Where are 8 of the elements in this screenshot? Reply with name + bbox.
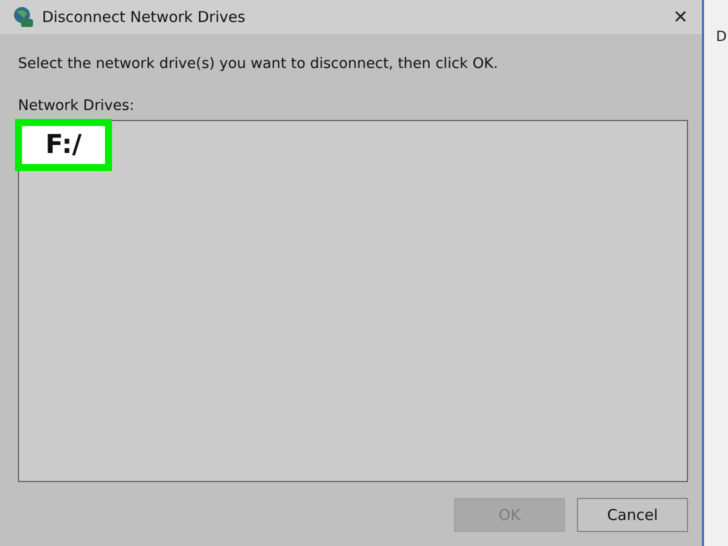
list-label: Network Drives: <box>18 98 136 114</box>
window-title: Disconnect Network Drives <box>42 8 246 26</box>
dialog-button[interactable]: Cancel <box>577 498 688 532</box>
drive-item[interactable]: F:/ <box>22 126 105 164</box>
close-button[interactable]: ✕ <box>669 6 692 28</box>
instruction-text: Select the network drive(s) you want to disconnect, then click OK. <box>18 56 500 72</box>
network-drive-icon <box>12 6 34 28</box>
background-window-text: D <box>716 29 727 45</box>
